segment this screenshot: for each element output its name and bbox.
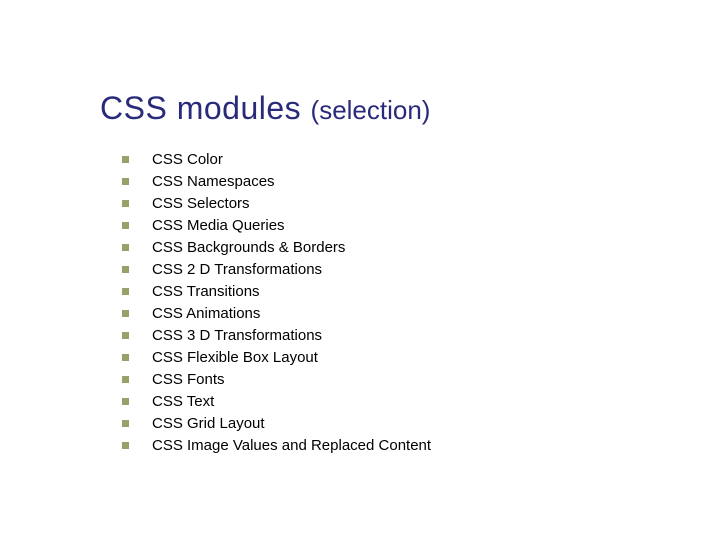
list-item-label: CSS Media Queries bbox=[152, 217, 285, 234]
list-item-label: CSS Transitions bbox=[152, 283, 260, 300]
list-item: CSS Image Values and Replaced Content bbox=[122, 435, 720, 457]
bullet-icon bbox=[122, 200, 129, 207]
list-item-label: CSS Text bbox=[152, 393, 214, 410]
bullet-icon bbox=[122, 156, 129, 163]
list-item-label: CSS Fonts bbox=[152, 371, 225, 388]
list-item: CSS Selectors bbox=[122, 193, 720, 215]
list-item: CSS Fonts bbox=[122, 369, 720, 391]
bullet-icon bbox=[122, 222, 129, 229]
bullet-icon bbox=[122, 398, 129, 405]
list-item: CSS 2 D Transformations bbox=[122, 259, 720, 281]
slide-title: CSS modules (selection) bbox=[100, 90, 720, 127]
slide: CSS modules (selection) CSS Color CSS Na… bbox=[0, 0, 720, 540]
list-item-label: CSS Backgrounds & Borders bbox=[152, 239, 345, 256]
list-item: CSS Text bbox=[122, 391, 720, 413]
bullet-icon bbox=[122, 420, 129, 427]
list-item-label: CSS Flexible Box Layout bbox=[152, 349, 318, 366]
list-item-label: CSS Animations bbox=[152, 305, 260, 322]
list-item-label: CSS Color bbox=[152, 151, 223, 168]
list-item-label: CSS 3 D Transformations bbox=[152, 327, 322, 344]
list-item-label: CSS 2 D Transformations bbox=[152, 261, 322, 278]
title-sub: (selection) bbox=[311, 95, 431, 125]
bullet-icon bbox=[122, 178, 129, 185]
bullet-icon bbox=[122, 376, 129, 383]
title-main: CSS modules bbox=[100, 90, 311, 126]
bullet-icon bbox=[122, 442, 129, 449]
list-item: CSS 3 D Transformations bbox=[122, 325, 720, 347]
list-item: CSS Media Queries bbox=[122, 215, 720, 237]
module-list: CSS Color CSS Namespaces CSS Selectors C… bbox=[100, 149, 720, 457]
bullet-icon bbox=[122, 266, 129, 273]
list-item: CSS Animations bbox=[122, 303, 720, 325]
list-item: CSS Color bbox=[122, 149, 720, 171]
list-item: CSS Flexible Box Layout bbox=[122, 347, 720, 369]
bullet-icon bbox=[122, 288, 129, 295]
list-item-label: CSS Image Values and Replaced Content bbox=[152, 437, 431, 454]
list-item-label: CSS Grid Layout bbox=[152, 415, 265, 432]
list-item: CSS Namespaces bbox=[122, 171, 720, 193]
list-item-label: CSS Selectors bbox=[152, 195, 250, 212]
bullet-icon bbox=[122, 244, 129, 251]
list-item: CSS Backgrounds & Borders bbox=[122, 237, 720, 259]
bullet-icon bbox=[122, 354, 129, 361]
bullet-icon bbox=[122, 310, 129, 317]
list-item-label: CSS Namespaces bbox=[152, 173, 275, 190]
list-item: CSS Grid Layout bbox=[122, 413, 720, 435]
list-item: CSS Transitions bbox=[122, 281, 720, 303]
bullet-icon bbox=[122, 332, 129, 339]
